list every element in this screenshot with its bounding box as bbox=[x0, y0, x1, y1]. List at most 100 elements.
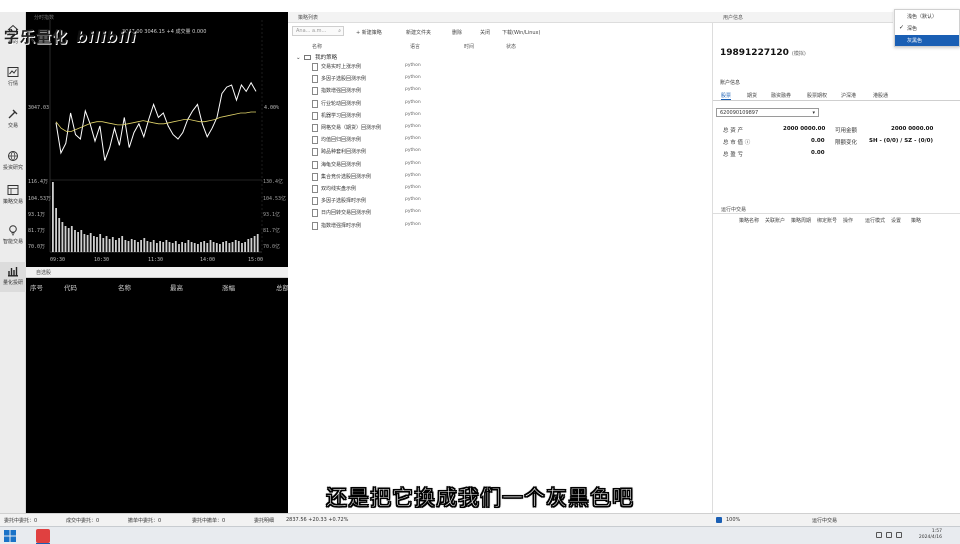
status-index: 2837.56 +20.33 +0.72% bbox=[286, 517, 349, 523]
col-strategy-lang[interactable]: 语言 bbox=[410, 43, 420, 50]
trade-col-5[interactable]: 运行模式 bbox=[865, 217, 885, 224]
chart-tab[interactable]: 分时指数 bbox=[34, 14, 54, 21]
strategy-header-title: 策略列表 bbox=[298, 15, 319, 21]
tab-hs-connect[interactable]: 沪深港 bbox=[841, 92, 856, 99]
strategy-row[interactable]: 交易实时上涨示例 python bbox=[312, 62, 532, 73]
hammer-icon bbox=[8, 109, 18, 119]
strategy-row[interactable]: 集合竞价选股回测示例 python bbox=[312, 172, 532, 183]
volume-bar bbox=[200, 242, 202, 252]
tab-watchlist[interactable]: 自选股 bbox=[36, 269, 51, 276]
new-strategy-button[interactable]: + 新建策略 bbox=[356, 29, 382, 36]
strategy-row[interactable]: 跨品种套利回测示例 python bbox=[312, 147, 532, 158]
search-icon: ⌕ bbox=[338, 28, 341, 34]
globe-icon bbox=[8, 151, 18, 161]
status-running-trades[interactable]: 运行中交易 bbox=[812, 517, 837, 524]
col-name[interactable]: 名称 bbox=[118, 282, 131, 292]
strategy-row[interactable]: 行业轮动回测示例 python bbox=[312, 99, 532, 110]
tab-hk-connect[interactable]: 港股通 bbox=[873, 92, 888, 99]
new-folder-button[interactable]: 新建文件夹 bbox=[406, 29, 431, 36]
trade-col-3[interactable]: 绑定账号 bbox=[817, 217, 837, 224]
vol-tick-right-2: 93.1亿 bbox=[263, 211, 280, 218]
nav-item-trade[interactable]: 交易 bbox=[0, 108, 26, 129]
tab-options[interactable]: 股票期权 bbox=[807, 92, 827, 99]
theme-option-dark[interactable]: ✓ 深色 bbox=[895, 23, 959, 34]
strategy-row[interactable]: 多因子选股择时示例 python bbox=[312, 196, 532, 207]
trade-col-6[interactable]: 设置 bbox=[891, 217, 901, 224]
total-assets-label: 总 资 产 bbox=[723, 128, 743, 134]
strategy-row[interactable]: 均值回归回测示例 python bbox=[312, 135, 532, 146]
col-strategy-time[interactable]: 时间 bbox=[464, 43, 474, 50]
volume-bar bbox=[61, 222, 64, 252]
trade-col-1[interactable]: 关联账户 bbox=[765, 217, 785, 224]
table-icon bbox=[7, 185, 19, 195]
volume-bar bbox=[143, 238, 146, 252]
strategy-row[interactable]: 多因子选股回测示例 python bbox=[312, 74, 532, 85]
tab-stock[interactable]: 股票 bbox=[721, 92, 732, 100]
volume-bar bbox=[237, 241, 240, 252]
strategy-row[interactable]: 机器学习回测示例 python bbox=[312, 111, 532, 122]
volume-bar bbox=[86, 235, 89, 252]
strategy-name: 行业轮动回测示例 bbox=[321, 100, 362, 107]
strategy-lang: python bbox=[405, 99, 421, 105]
trade-col-2[interactable]: 策略周期 bbox=[791, 217, 811, 224]
theme-option-gray-black[interactable]: 灰黑色 bbox=[895, 35, 959, 46]
status-detail-link[interactable]: 委托明细 bbox=[254, 517, 274, 524]
nav-item-smart[interactable]: 智能交易 bbox=[0, 224, 26, 245]
nav-item-strategy[interactable]: 策略交易 bbox=[0, 184, 26, 205]
close-button[interactable]: 关闭 bbox=[480, 29, 490, 36]
nav-item-market[interactable]: 行情 bbox=[0, 66, 26, 87]
strategy-row[interactable]: 指数增强回测示例 python bbox=[312, 86, 532, 97]
windows-start-icon[interactable] bbox=[4, 530, 16, 542]
tray-clock[interactable]: 1:57 2024/4/16 bbox=[919, 529, 942, 541]
nav-item-quant[interactable]: 量化投研 bbox=[0, 262, 26, 292]
trade-col-7[interactable]: 策略 bbox=[911, 217, 921, 224]
volume-bar bbox=[99, 234, 102, 252]
file-icon bbox=[312, 197, 318, 206]
strategy-folder[interactable]: ⌄ 我的策略 bbox=[296, 53, 337, 61]
strategy-search-input[interactable]: Ana... a.m... ⌕ bbox=[292, 26, 344, 36]
battery-icon[interactable] bbox=[896, 532, 902, 538]
volume-bar bbox=[225, 241, 228, 252]
delete-button[interactable]: 删除 bbox=[452, 29, 462, 36]
file-icon bbox=[312, 63, 318, 71]
trade-col-4[interactable]: 操作 bbox=[843, 217, 853, 224]
strategy-row[interactable]: 日内回转交易回测示例 python bbox=[312, 208, 532, 219]
price-tick-left: 3047.03 bbox=[28, 105, 49, 111]
app-taskbar-icon[interactable] bbox=[36, 529, 50, 543]
strategy-row[interactable]: 双均线实盘示例 python bbox=[312, 184, 532, 195]
nav-item-research[interactable]: 投资研究 bbox=[0, 150, 26, 171]
bulb-icon bbox=[9, 225, 17, 236]
strategy-row[interactable]: 指数增强择时示例 python bbox=[312, 221, 532, 232]
status-order-filled: 成交中委托：0 bbox=[66, 518, 100, 524]
col-change[interactable]: 涨幅 bbox=[222, 282, 235, 292]
intraday-chart[interactable]: 3047.03 4.00% 116.4万 104.53万 93.1万 81.7万… bbox=[26, 12, 288, 267]
strategy-row[interactable]: 网格交易（期货）回测示例 python bbox=[312, 123, 532, 134]
col-index[interactable]: 序号 bbox=[30, 282, 43, 292]
col-strategy-name[interactable]: 名称 bbox=[312, 43, 322, 50]
file-icon bbox=[312, 185, 318, 193]
volume-icon[interactable] bbox=[886, 532, 892, 538]
volume-bar bbox=[178, 244, 180, 252]
tab-margin[interactable]: 融资融券 bbox=[771, 92, 791, 99]
vol-tick-right-0: 130.4亿 bbox=[263, 178, 283, 185]
time-tick-2: 11:30 bbox=[148, 257, 163, 263]
network-icon[interactable] bbox=[876, 532, 882, 538]
available-value: 2000 0000.00 bbox=[891, 126, 934, 132]
theme-dropdown: 浅色（默认） ✓ 深色 灰黑色 bbox=[894, 9, 960, 47]
strategy-row[interactable]: 海龟交易回测示例 python bbox=[312, 160, 532, 171]
account-id: 19891227120 (模拟) bbox=[720, 48, 806, 58]
zoom-level[interactable]: 100% bbox=[726, 517, 740, 523]
col-strategy-status[interactable]: 状态 bbox=[506, 43, 516, 50]
price-series-line bbox=[55, 81, 257, 161]
vol-tick-right-3: 81.7亿 bbox=[263, 227, 280, 234]
strategy-name: 网格交易（期货）回测示例 bbox=[321, 125, 382, 131]
theme-option-light[interactable]: 浅色（默认） bbox=[895, 11, 959, 22]
volume-bar bbox=[77, 232, 79, 252]
tab-futures[interactable]: 期货 bbox=[747, 92, 757, 99]
account-select[interactable]: 620090109897 ▾ bbox=[716, 108, 819, 117]
limit-change-label: 限额变化 bbox=[835, 140, 858, 146]
download-button[interactable]: 下载(Win/Linux) bbox=[502, 29, 540, 36]
trade-col-0[interactable]: 策略名称 bbox=[739, 217, 759, 224]
col-code[interactable]: 代码 bbox=[64, 282, 77, 292]
col-high[interactable]: 最高 bbox=[170, 282, 183, 292]
